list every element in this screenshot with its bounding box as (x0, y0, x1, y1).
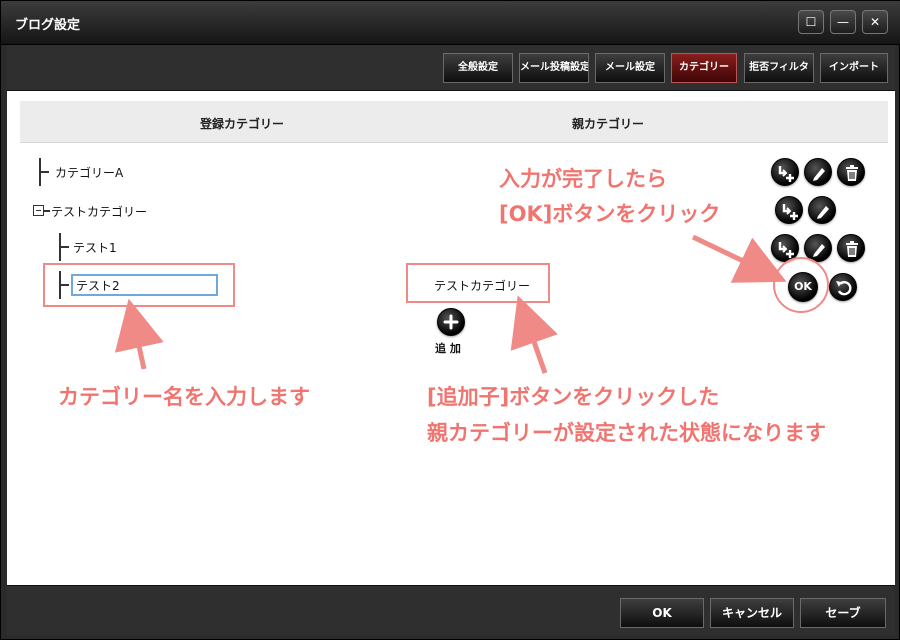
tab-category[interactable]: カテゴリー (671, 53, 737, 83)
tab-general-settings[interactable]: 全般設定 (443, 53, 513, 83)
arrow-to-input (114, 298, 164, 370)
blog-settings-window: ブログ設定 ☐ — ✕ 全般設定 メール投稿設定 メール設定 カテゴリー 拒否フ… (0, 0, 900, 640)
window-title: ブログ設定 (15, 18, 81, 33)
category-panel: 登録カテゴリー 親カテゴリー カテゴリーA テストカテゴリー テスト1 テストカ… (7, 91, 895, 585)
ok-button[interactable]: OK (620, 598, 704, 628)
tab-reject-filter[interactable]: 拒否フィルタ (744, 53, 814, 83)
tab-bar: 全般設定 メール投稿設定 メール設定 カテゴリー 拒否フィルタ インポート (7, 45, 895, 91)
footer-bar: OK キャンセル セーブ (7, 585, 895, 635)
arrow-to-parent (510, 295, 558, 374)
title-bar[interactable]: ブログ設定 ☐ — ✕ (1, 1, 900, 45)
close-button[interactable]: ✕ (862, 10, 888, 34)
tab-mail-post-settings[interactable]: メール投稿設定 (519, 53, 589, 83)
minimize-button[interactable]: — (830, 10, 856, 34)
arrow-to-ok (691, 234, 787, 283)
tab-mail-settings[interactable]: メール設定 (595, 53, 665, 83)
tab-import[interactable]: インポート (820, 53, 888, 83)
save-button[interactable]: セーブ (800, 598, 886, 628)
cancel-button[interactable]: キャンセル (710, 598, 794, 628)
maximize-button[interactable]: ☐ (798, 10, 824, 34)
annotation-arrows (114, 234, 787, 374)
